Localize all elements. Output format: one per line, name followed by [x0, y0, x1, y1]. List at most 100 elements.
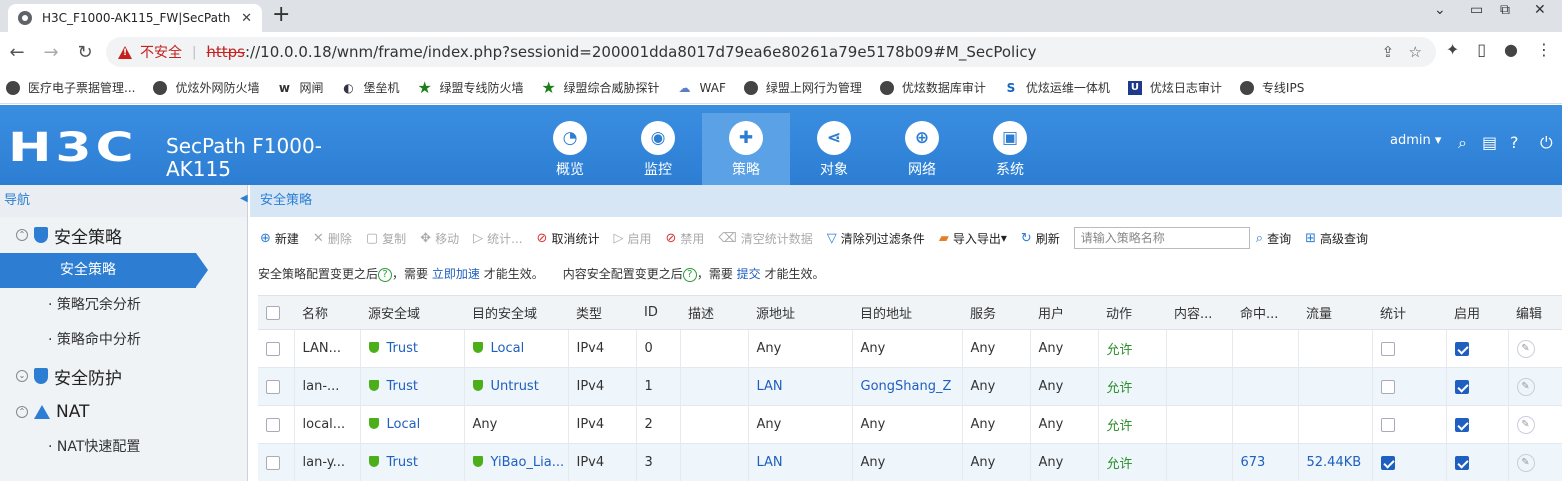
row-checkbox[interactable]	[266, 455, 280, 470]
submit-link[interactable]: 提交	[737, 267, 761, 281]
bookmark-item[interactable]: w 网闸	[277, 79, 324, 96]
clear-stats-button[interactable]: ⌫ 清空统计数据	[718, 230, 812, 247]
move-button[interactable]: ✥ 移动	[420, 230, 459, 247]
sidepanel-icon[interactable]: ▯	[1477, 40, 1486, 59]
column-header[interactable]: 类型	[568, 295, 636, 330]
sidebar-item-hit-analysis[interactable]: · 策略命中分析	[0, 323, 247, 358]
column-header[interactable]: 源安全域	[360, 295, 464, 330]
policy-search-input[interactable]	[1073, 227, 1250, 249]
column-header[interactable]: 流量	[1298, 295, 1372, 330]
help-icon[interactable]: ?	[378, 267, 393, 282]
logout-icon[interactable]: ⏻	[1540, 133, 1553, 153]
nav-overview[interactable]: ◔ 概览	[526, 113, 614, 185]
sidebar-group-security-policy[interactable]: ⌃ 安全策略	[0, 217, 247, 253]
save-icon[interactable]: ▤	[1482, 133, 1497, 152]
delete-button[interactable]: ✕ 删除	[313, 230, 352, 247]
refresh-button[interactable]: ↻ 刷新	[1021, 230, 1060, 247]
bookmark-item[interactable]: ★ 绿盟综合威胁探针	[542, 79, 660, 96]
puzzle-icon[interactable]: ✦	[1446, 40, 1459, 59]
table-row[interactable]: local... Local Any IPv4 2 Any Any Any An…	[258, 405, 1562, 444]
edit-icon[interactable]: ✎	[1516, 415, 1535, 434]
profile-icon[interactable]: ●	[1504, 40, 1518, 59]
nav-system[interactable]: ▣ 系统	[966, 113, 1054, 185]
table-row[interactable]: LAN... Trust Local IPv4 0 Any Any Any An…	[258, 329, 1562, 368]
help-icon[interactable]: ?	[1510, 133, 1519, 152]
sidebar-item-security-policy[interactable]: 安全策略	[0, 253, 208, 288]
column-header[interactable]: 名称	[294, 295, 360, 330]
reload-icon[interactable]: ↻	[68, 42, 102, 63]
insecure-label[interactable]: 不安全	[140, 42, 182, 62]
sidebar-group-security-protection[interactable]: ⌄ 安全防护	[0, 358, 247, 394]
enable-checkbox[interactable]	[1454, 417, 1469, 432]
chevron-down-icon[interactable]: ⌄	[1434, 2, 1446, 18]
stat-checkbox[interactable]	[1380, 379, 1395, 394]
bookmark-item[interactable]: ◐ 堡垒机	[341, 79, 399, 96]
collapse-icon[interactable]: ◀	[240, 193, 248, 204]
bookmark-item[interactable]: 医疗电子票据管理...	[6, 79, 135, 96]
bookmark-item[interactable]: ☁ WAF	[678, 81, 726, 95]
cell-dst-addr[interactable]: GongShang_Z	[852, 367, 963, 406]
cell-src-addr[interactable]: LAN	[748, 443, 853, 481]
bookmark-item[interactable]: 优炫数据库审计	[879, 79, 986, 96]
back-icon[interactable]: ←	[0, 42, 34, 63]
edit-icon[interactable]: ✎	[1516, 453, 1535, 472]
bookmark-item[interactable]: 优炫外网防火墙	[153, 79, 259, 96]
search-button[interactable]: ⌕ 查询	[1256, 230, 1291, 247]
column-header[interactable]: 源地址	[748, 295, 852, 330]
row-checkbox[interactable]	[266, 379, 280, 394]
nav-monitor[interactable]: ◉ 监控	[614, 113, 702, 185]
enable-checkbox[interactable]	[1454, 379, 1469, 394]
column-header[interactable]: 命中...	[1232, 295, 1298, 330]
close-icon[interactable]: ✕	[241, 11, 252, 26]
stat-checkbox[interactable]	[1380, 417, 1395, 432]
help-icon[interactable]: ?	[682, 267, 697, 282]
search-icon[interactable]: ⌕	[1458, 133, 1467, 153]
bookmark-item[interactable]: 专线IPS	[1239, 79, 1304, 96]
nav-object[interactable]: ⋖ 对象	[790, 113, 878, 185]
row-checkbox[interactable]	[266, 417, 280, 432]
user-menu[interactable]: admin ▾	[1390, 133, 1441, 148]
column-header[interactable]: 服务	[962, 295, 1030, 330]
table-row[interactable]: lan-y... Trust YiBao_Lia... IPv4 3 LAN A…	[258, 443, 1562, 481]
bookmark-item[interactable]: U 优炫日志审计	[1127, 79, 1222, 96]
disable-button[interactable]: ⊘ 禁用	[665, 230, 704, 247]
restore-icon[interactable]: ⧉	[1500, 2, 1510, 18]
column-header[interactable]: 目的安全域	[464, 295, 568, 330]
import-export-button[interactable]: ▰ 导入导出 ▾	[939, 230, 1007, 247]
share-icon[interactable]: ⇪ ☆	[1382, 43, 1422, 61]
stats-button[interactable]: ▷ 统计...	[473, 230, 522, 247]
column-header[interactable]: 用户	[1030, 295, 1098, 330]
column-header[interactable]: 目的地址	[852, 295, 962, 330]
minimize-icon[interactable]: ▭	[1470, 2, 1483, 18]
column-header[interactable]: 内容...	[1166, 295, 1232, 330]
bookmark-item[interactable]: 绿盟上网行为管理	[743, 79, 862, 96]
nav-network[interactable]: ⊕ 网络	[878, 113, 966, 185]
bookmark-item[interactable]: S 优炫运维一体机	[1004, 79, 1110, 96]
sidebar-group-nat[interactable]: ⌃ NAT	[0, 394, 247, 430]
new-tab-button[interactable]: +	[272, 2, 290, 27]
nav-policy[interactable]: ✚ 策略	[702, 113, 790, 185]
forward-icon[interactable]: →	[34, 42, 68, 63]
column-header[interactable]: 描述	[680, 295, 748, 330]
clear-filter-button[interactable]: ▽ 清除列过滤条件	[827, 230, 925, 247]
cell-src-addr[interactable]: LAN	[748, 367, 853, 406]
row-checkbox[interactable]	[266, 341, 280, 356]
new-button[interactable]: ⊕ 新建	[260, 230, 299, 247]
column-header[interactable]: 启用	[1446, 295, 1508, 330]
sidebar-item-redundancy-analysis[interactable]: · 策略冗余分析	[0, 288, 247, 323]
bookmark-item[interactable]: ★ 绿盟专线防火墙	[418, 79, 524, 96]
select-all-checkbox[interactable]	[266, 305, 280, 320]
column-header[interactable]: 统计	[1372, 295, 1446, 330]
stat-checkbox[interactable]	[1380, 341, 1395, 356]
enable-checkbox[interactable]	[1454, 455, 1469, 470]
cancel-stats-button[interactable]: ⊘ 取消统计	[537, 230, 600, 247]
edit-icon[interactable]: ✎	[1516, 377, 1535, 396]
sidebar-item-nat-quick-config[interactable]: · NAT快速配置	[0, 430, 247, 465]
browser-tab[interactable]: H3C_F1000-AK115_FW|SecPath ✕	[8, 4, 262, 32]
enable-button[interactable]: ▷ 启用	[613, 230, 651, 247]
window-close-icon[interactable]: ✕	[1534, 2, 1546, 18]
menu-icon[interactable]: ⋮	[1536, 40, 1552, 59]
advanced-search-button[interactable]: ⊞ 高级查询	[1305, 230, 1368, 247]
enable-checkbox[interactable]	[1454, 341, 1469, 356]
url-field[interactable]: 不安全 | https ://10.0.0.18/wnm/frame/index…	[106, 37, 1436, 67]
